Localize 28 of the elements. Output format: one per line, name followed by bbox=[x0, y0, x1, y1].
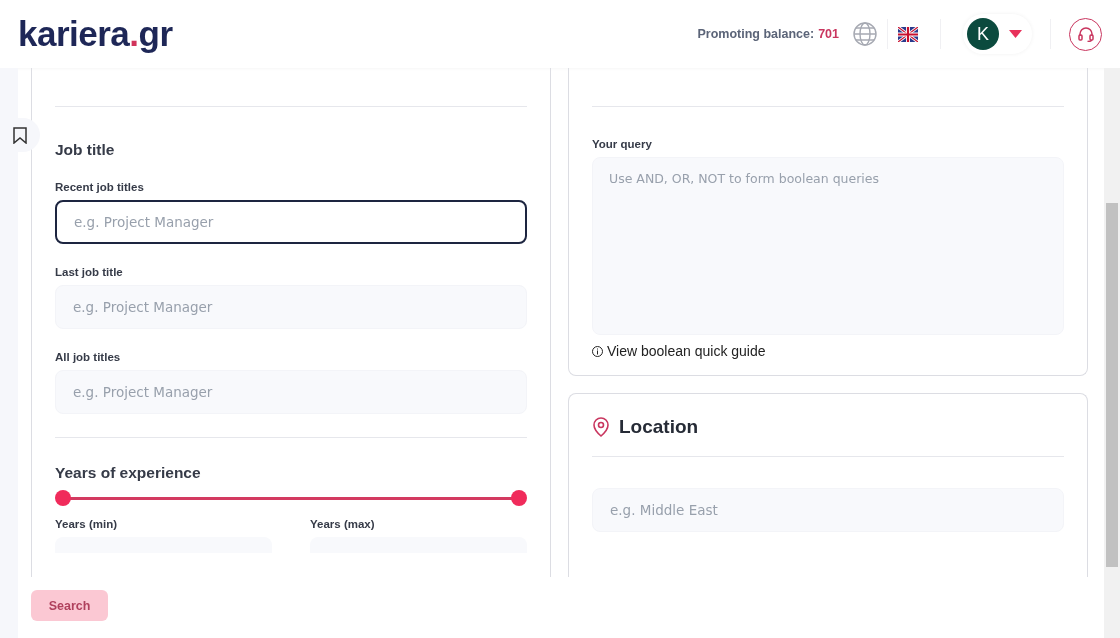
field-label: All job titles bbox=[55, 351, 122, 363]
field-label: Recent job titles bbox=[55, 181, 145, 193]
field-label: Years (min) bbox=[55, 518, 118, 530]
field-label: Last job title bbox=[55, 266, 124, 278]
location-pin-icon bbox=[592, 416, 610, 437]
slider-thumb[interactable] bbox=[55, 490, 71, 506]
globe-icon[interactable] bbox=[853, 22, 877, 46]
scrollbar[interactable] bbox=[1104, 68, 1120, 638]
caret-icon bbox=[1009, 30, 1022, 38]
user-menu-button[interactable]: K bbox=[963, 14, 1032, 54]
location-field[interactable]: e.g. Middle East bbox=[592, 487, 1064, 532]
flag-icon[interactable] bbox=[898, 26, 918, 42]
field-label: Your query bbox=[592, 138, 653, 150]
guide-link[interactable]: View boolean quick guide bbox=[592, 343, 766, 359]
section-heading: Location bbox=[619, 415, 699, 438]
slider-thumb[interactable] bbox=[511, 490, 527, 506]
balance-value: 701 bbox=[818, 27, 839, 41]
field-label: Years (max) bbox=[310, 518, 376, 530]
range-slider[interactable] bbox=[55, 490, 527, 506]
info-icon bbox=[592, 345, 603, 357]
query-field[interactable]: Use AND, OR, NOT to form boolean queries bbox=[592, 157, 1064, 335]
text-field[interactable]: e.g. Project Manager bbox=[55, 200, 527, 244]
balance-label: Promoting balance: bbox=[697, 27, 815, 41]
headset-icon bbox=[1077, 26, 1094, 42]
bookmark-icon[interactable] bbox=[13, 126, 27, 144]
section-heading: Job title bbox=[55, 141, 116, 159]
section-heading: Years of experience bbox=[55, 464, 202, 482]
logo: kariera.gr bbox=[18, 14, 173, 54]
